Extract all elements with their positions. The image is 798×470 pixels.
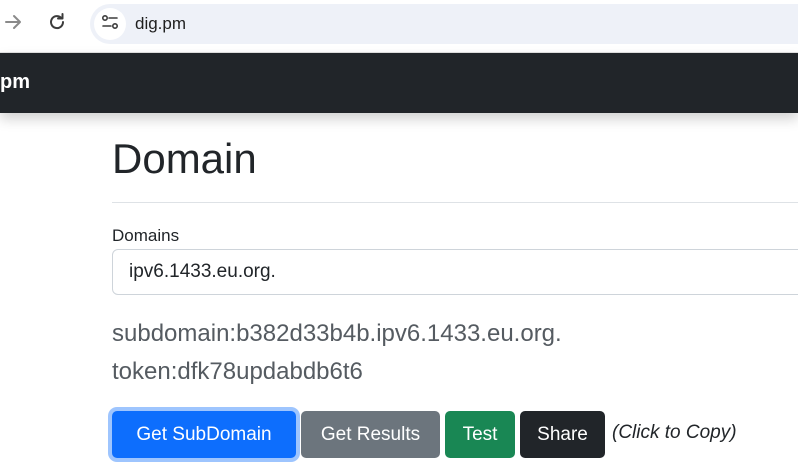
page-title: Domain [112,135,257,182]
site-settings-icon [100,12,120,37]
domains-label: Domains [112,226,180,245]
get-subdomain-button[interactable]: Get SubDomain [112,411,296,458]
divider [112,202,798,203]
reload-icon [46,11,68,38]
browser-toolbar: dig.pm [0,0,798,53]
click-to-copy-hint: (Click to Copy) [612,422,737,443]
subdomain-text[interactable]: subdomain:b382d33b4b.ipv6.1433.eu.org. [112,320,562,348]
navbar-brand[interactable]: pm [0,71,30,94]
site-settings-button[interactable] [94,8,126,40]
share-button[interactable]: Share [520,411,605,458]
address-bar[interactable]: dig.pm [90,4,798,44]
test-button[interactable]: Test [445,411,515,458]
forward-button[interactable] [0,10,28,38]
reload-button[interactable] [43,10,71,38]
url-text[interactable]: dig.pm [135,14,186,34]
get-results-button[interactable]: Get Results [301,411,440,458]
token-text[interactable]: token:dfk78updabdb6t6 [112,358,363,386]
site-navbar: pm [0,53,798,113]
domains-input[interactable] [112,249,798,295]
arrow-forward-icon [3,11,25,38]
